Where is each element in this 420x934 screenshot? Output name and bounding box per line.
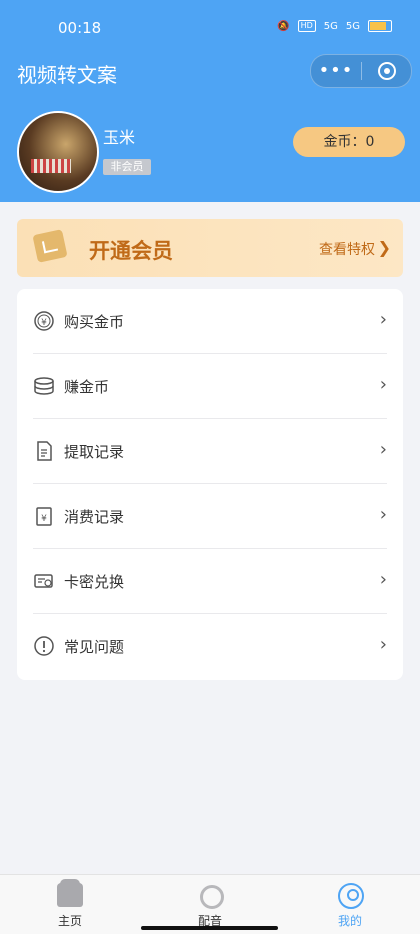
home-indicator [141, 926, 278, 930]
chevron-right-icon: ❯ [377, 238, 391, 257]
tab-home[interactable]: 主页 [0, 875, 140, 934]
signal-icon: 5G [323, 20, 338, 32]
battery-icon [368, 20, 392, 32]
coin-stack-icon [33, 375, 55, 397]
more-options-button[interactable]: ••• [311, 55, 361, 87]
coin-balance-button[interactable]: 金币：0 [293, 127, 405, 157]
menu-item-label: 常见问题 [64, 638, 125, 656]
chevron-right-icon: › [379, 309, 387, 330]
card-key-icon [33, 570, 55, 592]
member-status-badge: 非会员 [103, 159, 151, 175]
avatar-photo-detail [31, 159, 71, 173]
menu-item-earn-coins[interactable]: 赚金币 › [17, 354, 403, 419]
close-miniprogram-button[interactable] [362, 62, 411, 80]
signal-icon-2: 5G [345, 20, 360, 32]
document-icon [33, 440, 55, 462]
mute-icon: 🔕 [277, 20, 290, 32]
yen-coin-icon: ¥ [33, 310, 55, 332]
chevron-right-icon: › [379, 634, 387, 655]
username: 玉米 [103, 128, 136, 147]
page-title: 视频转文案 [17, 63, 117, 87]
svg-text:¥: ¥ [41, 514, 47, 524]
tab-label: 主页 [57, 914, 82, 928]
chevron-right-icon: › [379, 439, 387, 460]
chevron-right-icon: › [379, 374, 387, 395]
menu-item-card-redeem[interactable]: 卡密兑换 › [17, 549, 403, 614]
chevron-right-icon: › [379, 504, 387, 525]
exclamation-circle-icon [33, 635, 55, 657]
menu-item-label: 提取记录 [64, 443, 125, 461]
receipt-icon: ¥ [33, 505, 55, 527]
miniprogram-capsule: ••• [310, 54, 412, 88]
svg-text:¥: ¥ [41, 318, 47, 328]
avatar[interactable] [17, 111, 99, 193]
home-icon [57, 879, 83, 907]
menu-list: ¥ 购买金币 › 赚金币 › 提取记录 › ¥ 消费记录 › 卡密兑换 › 常见… [17, 289, 403, 680]
menu-item-withdraw-records[interactable]: 提取记录 › [17, 419, 403, 484]
bottom-tab-bar: 主页 配音 我的 [0, 874, 420, 934]
view-privileges-link[interactable]: 查看特权 [319, 239, 375, 259]
menu-item-faq[interactable]: 常见问题 › [17, 614, 403, 679]
menu-item-buy-coins[interactable]: ¥ 购买金币 › [17, 289, 403, 354]
menu-item-spending-records[interactable]: ¥ 消费记录 › [17, 484, 403, 549]
vip-title: 开通会员 [89, 239, 173, 263]
user-icon [338, 883, 364, 909]
menu-item-label: 购买金币 [64, 313, 125, 331]
status-icons: 🔕 HD 5G 5G [277, 20, 392, 32]
status-bar: 00:18 🔕 HD 5G 5G [0, 0, 420, 44]
tab-mine[interactable]: 我的 [280, 875, 420, 934]
menu-item-label: 消费记录 [64, 508, 125, 526]
close-target-icon [377, 62, 396, 80]
menu-item-label: 赚金币 [64, 378, 110, 396]
tab-label: 我的 [337, 914, 362, 928]
hd-badge: HD [297, 20, 316, 32]
dubbing-icon [200, 885, 224, 909]
status-time: 00:18 [58, 19, 102, 37]
vip-card-icon [32, 229, 68, 263]
profile-header: 00:18 🔕 HD 5G 5G 视频转文案 ••• 玉米 非会员 金币：0 [0, 0, 420, 202]
menu-item-label: 卡密兑换 [64, 573, 125, 591]
chevron-right-icon: › [379, 569, 387, 590]
open-vip-banner[interactable]: 开通会员 查看特权 ❯ [17, 219, 403, 277]
